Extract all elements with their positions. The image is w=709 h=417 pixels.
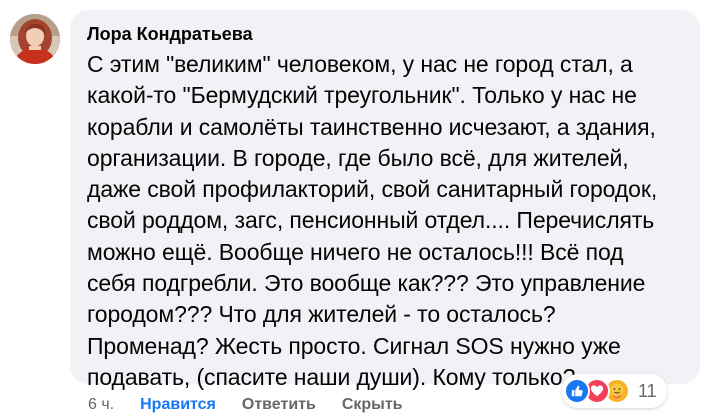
comment-line: С этим "великим" человеком, у нас не гор… (87, 51, 633, 77)
comment-line: свой роддом, загс, пенсионный отдел.... … (87, 207, 655, 234)
comment-line: Променад? Жесть просто. Сигнал SOS нужно… (87, 332, 621, 359)
comment-line: себя подгребли. Это вообще как??? Это уп… (87, 270, 646, 297)
like-icon (564, 378, 590, 404)
comment-container: Лора Кондратьева С этим "великим" челове… (0, 0, 709, 417)
avatar-image (10, 14, 60, 64)
comment-timestamp[interactable]: 6 ч. (88, 394, 114, 416)
comment-line: городом??? Что для жителей - то осталось… (87, 301, 556, 328)
comment-bubble: Лора Кондратьева С этим "великим" челове… (70, 10, 700, 390)
comment-line: организации. В городе, где было всё, для… (87, 144, 629, 171)
hide-button[interactable]: Скрыть (342, 394, 403, 416)
comment-line: корабли и самолёты таинственно исчезают,… (87, 113, 656, 140)
comment-line: даже свой профилакторий, свой санитарный… (87, 176, 658, 203)
reaction-count: 11 (638, 381, 657, 401)
comment-line: можно ещё. Вообще ничего не осталось!!! … (87, 238, 624, 265)
avatar[interactable] (10, 14, 60, 64)
like-button[interactable]: Нравится (140, 394, 216, 416)
comment-author[interactable]: Лора Кондратьева (87, 22, 700, 46)
reactions-summary[interactable]: 11 (562, 374, 667, 408)
comment-text: С этим "великим" человеком, у нас не гор… (87, 49, 687, 393)
comment-line: какой-то "Бермудский треугольник". Тольк… (87, 82, 637, 109)
comment-actions: 6 ч. Нравится Ответить Скрыть (88, 393, 429, 417)
reply-button[interactable]: Ответить (242, 394, 316, 416)
